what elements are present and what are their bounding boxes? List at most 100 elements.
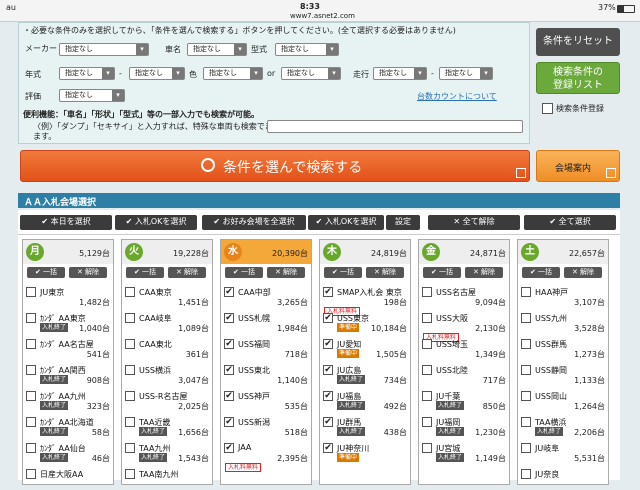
- venue-item[interactable]: ｶﾝﾀﾞ AA仙台 入札終了 46台: [23, 442, 113, 464]
- venue-checkbox[interactable]: [422, 287, 432, 297]
- venue-checkbox[interactable]: [521, 365, 531, 375]
- venue-checkbox[interactable]: ✔: [323, 417, 333, 427]
- venue-item[interactable]: HAA神戸 3,107台: [518, 286, 608, 308]
- venue-checkbox[interactable]: ✔: [224, 443, 234, 453]
- mileage-from-select[interactable]: 指定なし ▾: [373, 67, 427, 80]
- venue-checkbox[interactable]: [521, 443, 531, 453]
- venue-checkbox[interactable]: [125, 469, 135, 479]
- search-button[interactable]: 条件を選んで検索する: [20, 150, 530, 182]
- bulk-select-button[interactable]: ✔ 一括: [522, 267, 560, 278]
- clear-all-button[interactable]: ✕ 全て解除: [428, 215, 520, 230]
- venue-checkbox[interactable]: [422, 313, 432, 323]
- venue-item[interactable]: USS横浜 3,047台: [122, 364, 212, 386]
- save-search-checkbox[interactable]: [542, 103, 553, 114]
- venue-checkbox[interactable]: [125, 365, 135, 375]
- venue-checkbox[interactable]: [26, 365, 36, 375]
- venue-checkbox[interactable]: ✔: [224, 287, 234, 297]
- venue-item[interactable]: ✔ JU広島 入札終了 734台: [320, 364, 410, 386]
- venue-checkbox[interactable]: ✔: [224, 313, 234, 323]
- venue-item[interactable]: ｶﾝﾀﾞ AA九州 入札終了 323台: [23, 390, 113, 412]
- venue-checkbox[interactable]: ✔: [224, 417, 234, 427]
- maker-select[interactable]: 指定なし ▾: [59, 43, 149, 56]
- venue-checkbox[interactable]: [26, 287, 36, 297]
- venue-item[interactable]: ✔ SMAP入札会 東京 入札料無料 198台: [320, 286, 410, 316]
- venue-checkbox[interactable]: [521, 469, 531, 479]
- select-favorites-button[interactable]: ✔ お好み会場を全選択: [202, 215, 306, 230]
- clear-day-button[interactable]: ✕ 解除: [366, 267, 404, 278]
- venue-checkbox[interactable]: [26, 443, 36, 453]
- venue-item[interactable]: 日産大阪AA: [23, 468, 113, 490]
- venue-item[interactable]: ✔ JU福島 入札終了 492台: [320, 390, 410, 412]
- bulk-select-button[interactable]: ✔ 一括: [324, 267, 362, 278]
- venue-item[interactable]: ✔ USS東北 1,140台: [221, 364, 311, 386]
- select-all-button[interactable]: ✔ 全て選択: [524, 215, 616, 230]
- select-bid-ok-button-2[interactable]: ✔ 入札OKを選択: [308, 215, 384, 230]
- venue-checkbox[interactable]: [125, 443, 135, 453]
- bulk-select-button[interactable]: ✔ 一括: [27, 267, 65, 278]
- venue-item[interactable]: ✔ USS神戸 535台: [221, 390, 311, 412]
- venue-checkbox[interactable]: ✔: [323, 365, 333, 375]
- venue-checkbox[interactable]: [422, 365, 432, 375]
- bulk-select-button[interactable]: ✔ 一括: [225, 267, 263, 278]
- venue-checkbox[interactable]: ✔: [323, 339, 333, 349]
- venue-checkbox[interactable]: [125, 391, 135, 401]
- venue-checkbox[interactable]: [521, 313, 531, 323]
- venue-checkbox[interactable]: [26, 339, 36, 349]
- venue-checkbox[interactable]: [125, 417, 135, 427]
- venue-item[interactable]: ✔ USS札幌 1,984台: [221, 312, 311, 334]
- venue-checkbox[interactable]: [26, 417, 36, 427]
- venue-item[interactable]: ✔ JU神奈川 準備中: [320, 442, 410, 464]
- venue-item[interactable]: JU東京 1,482台: [23, 286, 113, 308]
- venue-checkbox[interactable]: [125, 313, 135, 323]
- venue-item[interactable]: ✔ USS福岡 718台: [221, 338, 311, 360]
- clear-day-button[interactable]: ✕ 解除: [465, 267, 503, 278]
- venue-item[interactable]: JU岐阜 5,531台: [518, 442, 608, 464]
- venue-item[interactable]: CAA東京 1,451台: [122, 286, 212, 308]
- venue-checkbox[interactable]: [521, 417, 531, 427]
- venue-checkbox[interactable]: ✔: [323, 287, 333, 297]
- venue-item[interactable]: ✔ JAA 入札料無料 2,395台: [221, 442, 311, 472]
- venue-checkbox[interactable]: [125, 339, 135, 349]
- venue-item[interactable]: JU福岡 入札終了 1,230台: [419, 416, 509, 438]
- settings-button[interactable]: 設定: [386, 215, 420, 230]
- venue-item[interactable]: TAA横浜 入札終了 2,206台: [518, 416, 608, 438]
- bulk-select-button[interactable]: ✔ 一括: [126, 267, 164, 278]
- reset-button[interactable]: 条件をリセット: [536, 28, 620, 56]
- model-select[interactable]: 指定なし ▾: [275, 43, 339, 56]
- venue-checkbox[interactable]: [26, 313, 36, 323]
- select-bid-ok-button[interactable]: ✔ 入札OKを選択: [115, 215, 197, 230]
- venue-item[interactable]: ✔ USS新潟 518台: [221, 416, 311, 438]
- venue-checkbox[interactable]: [125, 287, 135, 297]
- clear-day-button[interactable]: ✕ 解除: [168, 267, 206, 278]
- venue-item[interactable]: TAA近畿 入札終了 1,656台: [122, 416, 212, 438]
- saved-search-list-button[interactable]: 検索条件の登録リスト: [536, 62, 620, 94]
- venue-item[interactable]: ｶﾝﾀﾞ AA東京 入札終了 1,040台: [23, 312, 113, 334]
- rating-select[interactable]: 指定なし ▾: [59, 89, 125, 102]
- venue-checkbox[interactable]: [26, 391, 36, 401]
- color-select[interactable]: 指定なし ▾: [203, 67, 263, 80]
- venue-item[interactable]: ｶﾝﾀﾞ AA北海道 入札終了 58台: [23, 416, 113, 438]
- venue-item[interactable]: ✔ JU愛知 準備中 1,505台: [320, 338, 410, 360]
- venue-item[interactable]: USS岡山 1,264台: [518, 390, 608, 412]
- venue-item[interactable]: USS大阪 入札料無料 2,130台: [419, 312, 509, 342]
- select-today-button[interactable]: ✔ 本日を選択: [20, 215, 112, 230]
- venue-checkbox[interactable]: ✔: [224, 365, 234, 375]
- venue-checkbox[interactable]: ✔: [224, 391, 234, 401]
- venue-item[interactable]: USS-R名古屋 2,025台: [122, 390, 212, 412]
- year-to-select[interactable]: 指定なし ▾: [129, 67, 185, 80]
- venue-item[interactable]: USS九州 3,528台: [518, 312, 608, 334]
- venue-item[interactable]: ✔ USS東京 準備中 10,184台: [320, 312, 410, 334]
- venue-checkbox[interactable]: [422, 443, 432, 453]
- venue-item[interactable]: CAA東北 361台: [122, 338, 212, 360]
- venue-item[interactable]: ✔ CAA中部 3,265台: [221, 286, 311, 308]
- keyword-input[interactable]: [267, 120, 523, 133]
- venue-item[interactable]: CAA岐阜 1,089台: [122, 312, 212, 334]
- venue-item[interactable]: USS北陸 717台: [419, 364, 509, 386]
- name-select[interactable]: 指定なし ▾: [187, 43, 247, 56]
- venue-item[interactable]: ｶﾝﾀﾞ AA関西 入札終了 908台: [23, 364, 113, 386]
- mileage-to-select[interactable]: 指定なし ▾: [439, 67, 493, 80]
- venue-item[interactable]: USS埼玉 1,349台: [419, 338, 509, 360]
- clear-day-button[interactable]: ✕ 解除: [69, 267, 107, 278]
- venue-checkbox[interactable]: ✔: [323, 443, 333, 453]
- venue-item[interactable]: USS静岡 1,133台: [518, 364, 608, 386]
